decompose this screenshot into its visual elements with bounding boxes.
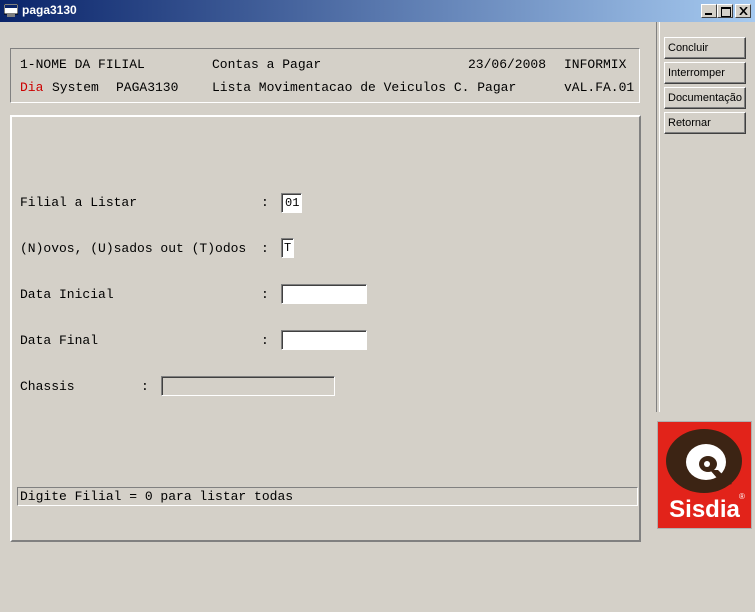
chassis-label: Chassis: [20, 379, 75, 394]
status-bar: Digite Filial = 0 para listar todas: [17, 487, 638, 506]
version-label: vAL.FA.01: [564, 80, 635, 95]
data-inicial-colon: :: [261, 287, 269, 302]
report-title: Lista Movimentacao de Veiculos C. Pagar: [212, 80, 517, 95]
data-final-colon: :: [261, 333, 269, 348]
data-inicial-label: Data Inicial: [20, 287, 114, 302]
window-title: paga3130: [22, 3, 77, 17]
tipo-label: (N)ovos, (U)sados out (T)odos: [20, 241, 247, 256]
header-database: INFORMIX: [564, 57, 627, 72]
window-titlebar[interactable]: paga3130: [0, 0, 755, 22]
minimize-icon: [705, 13, 712, 15]
retornar-button[interactable]: Retornar: [664, 112, 746, 134]
filial-colon: :: [261, 195, 269, 210]
maximize-button[interactable]: [717, 4, 733, 18]
documentacao-button[interactable]: Documentação: [664, 87, 746, 109]
form-panel: [10, 115, 641, 542]
tipo-input-value: T: [284, 241, 292, 255]
sidebar-divider: [656, 22, 660, 412]
brand-system: System: [52, 80, 99, 95]
sisdia-logo: Sisdia ®: [657, 421, 752, 529]
close-icon: [739, 7, 748, 15]
status-message: Digite Filial = 0 para listar todas: [20, 489, 294, 504]
header-date: 23/06/2008: [468, 57, 547, 72]
chassis-colon: :: [141, 379, 149, 394]
logo-text: Sisdia: [669, 496, 740, 523]
registered-mark: ®: [739, 492, 745, 501]
filial-input-value: 01: [285, 196, 300, 210]
app-window-icon: [4, 4, 18, 17]
tipo-colon: :: [261, 241, 269, 256]
tipo-input[interactable]: T: [281, 238, 294, 258]
program-code: PAGA3130: [116, 80, 179, 95]
brand-dia: Dia: [20, 80, 44, 95]
header-filial: 1-NOME DA FILIAL: [20, 57, 145, 72]
data-final-label: Data Final: [20, 333, 99, 348]
minimize-button[interactable]: [701, 4, 717, 18]
filial-label: Filial a Listar: [20, 195, 138, 210]
chassis-input[interactable]: [161, 376, 335, 396]
data-final-input[interactable]: [281, 330, 367, 350]
interromper-button[interactable]: Interromper: [664, 62, 746, 84]
filial-input[interactable]: 01: [281, 193, 302, 213]
header-module: Contas a Pagar: [212, 57, 322, 72]
concluir-button[interactable]: Concluir: [664, 37, 746, 59]
data-inicial-input[interactable]: [281, 284, 367, 304]
maximize-icon: [721, 7, 731, 17]
sisdia-logo-icon: [666, 429, 742, 493]
close-button[interactable]: [735, 4, 751, 18]
